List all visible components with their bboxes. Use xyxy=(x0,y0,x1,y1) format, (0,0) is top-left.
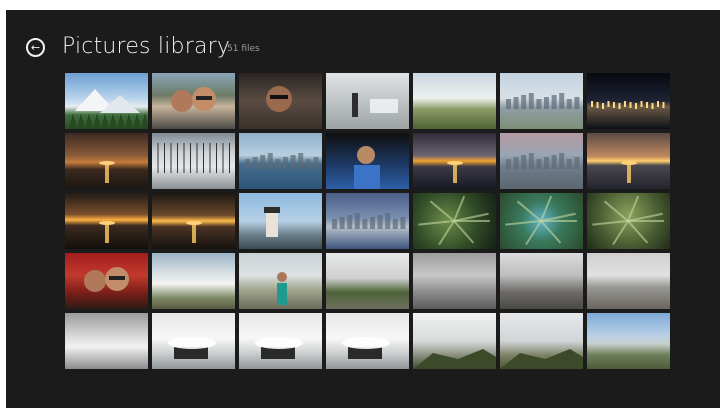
thumbnail-art xyxy=(186,221,202,243)
photo-thumbnail-gray-shore[interactable] xyxy=(587,253,670,309)
thumbnail-art xyxy=(500,349,583,369)
thumbnail-art xyxy=(69,89,148,129)
photo-thumbnail-bay-city-dusk[interactable] xyxy=(326,193,409,249)
photo-thumbnail-coastline[interactable] xyxy=(152,253,235,309)
thumbnail-art xyxy=(418,195,490,246)
thumbnail-art xyxy=(326,253,409,309)
thumbnail-art xyxy=(587,313,670,369)
thumbnail-art xyxy=(332,213,406,229)
photo-thumbnail-fern-leaves[interactable] xyxy=(413,193,496,249)
photo-thumbnail-gray-sea[interactable] xyxy=(413,253,496,309)
thumbnail-art xyxy=(99,161,115,183)
thumbnail-art xyxy=(413,253,496,309)
photo-thumbnail-succulent[interactable] xyxy=(500,193,583,249)
thumbnail-art xyxy=(591,101,665,109)
photo-thumbnail-surf-shore[interactable] xyxy=(65,313,148,369)
photo-thumbnail-city-waterfront[interactable] xyxy=(500,73,583,129)
photo-thumbnail-woman-coast[interactable] xyxy=(239,253,322,309)
photo-thumbnail-dusk-shore[interactable] xyxy=(65,133,148,189)
photo-thumbnail-foggy-hills-2[interactable] xyxy=(500,313,583,369)
photo-thumbnail-couple-selfie[interactable] xyxy=(152,73,235,129)
photo-thumbnail-harbor-boats[interactable] xyxy=(152,133,235,189)
thumbnail-art xyxy=(413,349,496,369)
thumbnail-art xyxy=(352,93,398,117)
photo-thumbnail-man-in-car[interactable] xyxy=(239,73,322,129)
photo-grid xyxy=(65,73,670,369)
thumbnail-art xyxy=(264,207,280,237)
thumbnail-art xyxy=(152,253,235,309)
thumbnail-art xyxy=(266,86,292,112)
thumbnail-art xyxy=(506,153,580,169)
photo-thumbnail-sunset-horizon[interactable] xyxy=(152,193,235,249)
photo-thumbnail-night-skyline[interactable] xyxy=(587,73,670,129)
photo-thumbnail-city-panorama[interactable] xyxy=(500,133,583,189)
photo-thumbnail-grassy-hill[interactable] xyxy=(326,253,409,309)
back-arrow-icon[interactable]: ← xyxy=(26,38,45,57)
photo-thumbnail-person-portrait[interactable] xyxy=(326,133,409,189)
pictures-app-screen: ← Pictures library 51 files xyxy=(6,10,720,408)
thumbnail-art xyxy=(277,272,287,305)
thumbnail-art xyxy=(157,143,230,173)
photo-thumbnail-agave-plant[interactable] xyxy=(587,193,670,249)
page-title: Pictures library xyxy=(62,34,231,59)
thumbnail-art xyxy=(354,146,380,189)
thumbnail-art xyxy=(168,337,216,359)
photo-thumbnail-plaza-fountain[interactable] xyxy=(326,73,409,129)
thumbnail-art xyxy=(587,253,670,309)
thumbnail-art xyxy=(99,221,115,243)
photo-thumbnail-green-field[interactable] xyxy=(413,73,496,129)
photo-thumbnail-bay-view[interactable] xyxy=(239,133,322,189)
photo-thumbnail-gray-beach[interactable] xyxy=(500,253,583,309)
thumbnail-art xyxy=(171,87,216,112)
thumbnail-art xyxy=(500,253,583,309)
photo-thumbnail-blue-coast[interactable] xyxy=(587,313,670,369)
photo-thumbnail-mountain-landscape[interactable] xyxy=(65,73,148,129)
thumbnail-art xyxy=(245,153,319,169)
thumbnail-art xyxy=(65,313,148,369)
photo-thumbnail-wave-rocks-1[interactable] xyxy=(152,313,235,369)
thumbnail-art xyxy=(84,267,129,292)
thumbnail-art xyxy=(621,161,637,183)
thumbnail-art xyxy=(255,337,303,359)
photo-thumbnail-couple-portrait[interactable] xyxy=(65,253,148,309)
photo-thumbnail-wave-rocks-3[interactable] xyxy=(326,313,409,369)
thumbnail-art xyxy=(506,93,580,109)
thumbnail-art xyxy=(413,73,496,129)
photo-thumbnail-sunset-sea[interactable] xyxy=(413,133,496,189)
thumbnail-art xyxy=(342,337,390,359)
photo-thumbnail-foggy-hills-1[interactable] xyxy=(413,313,496,369)
file-count: 51 files xyxy=(227,44,260,54)
photo-thumbnail-sunset-water[interactable] xyxy=(65,193,148,249)
thumbnail-art xyxy=(447,161,463,183)
photo-thumbnail-sunset-clouds[interactable] xyxy=(587,133,670,189)
photo-thumbnail-lighthouse[interactable] xyxy=(239,193,322,249)
thumbnail-art xyxy=(505,195,577,246)
photo-thumbnail-wave-rocks-2[interactable] xyxy=(239,313,322,369)
thumbnail-art xyxy=(592,195,664,246)
